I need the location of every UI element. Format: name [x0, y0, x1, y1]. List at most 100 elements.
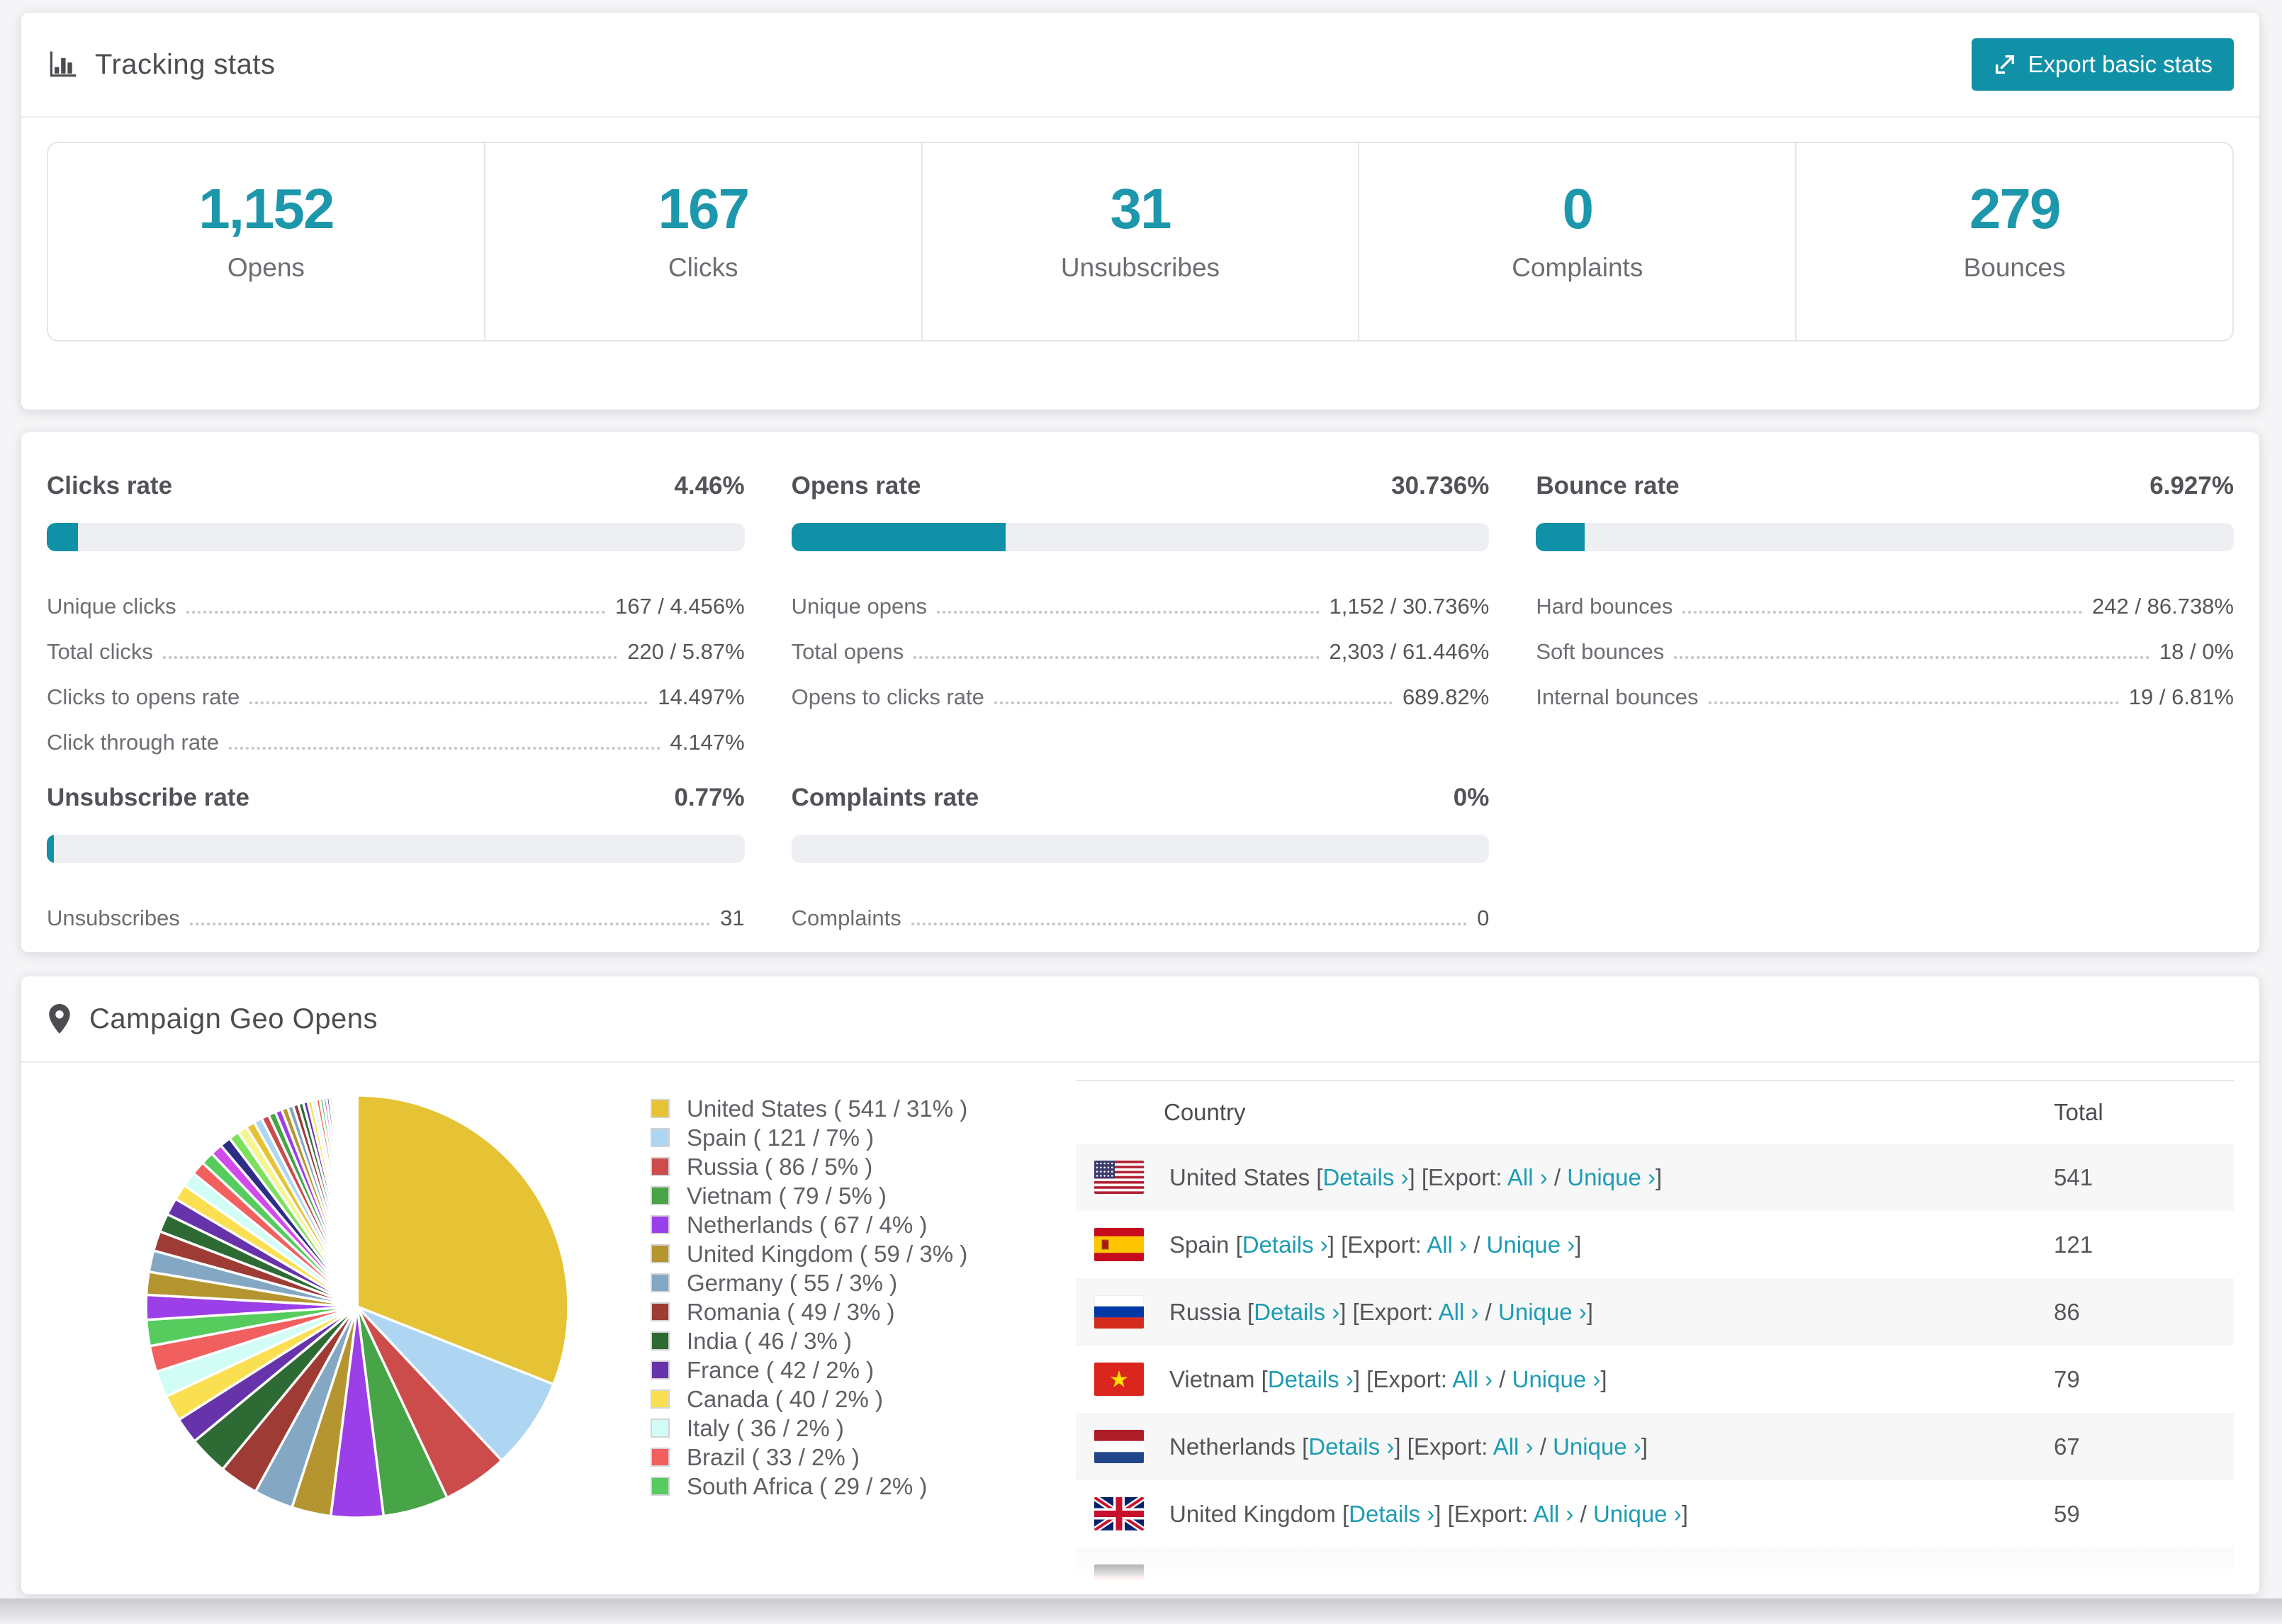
legend-item-romania[interactable]: Romania ( 49 / 3% ) — [651, 1297, 984, 1326]
flag-de-icon — [1094, 1564, 1144, 1594]
rate-block-bounce-rate: Bounce rate 6.927% Hard bounces 242 / 86.73… — [1536, 472, 2234, 765]
dotted-leader — [914, 656, 1320, 659]
rates-grid: Clicks rate 4.46% Unique clicks 167 / 4.456… — [21, 432, 2259, 941]
export-unique-link[interactable]: Unique › — [1567, 1164, 1656, 1190]
legend-item-united-states[interactable]: United States ( 541 / 31% ) — [651, 1094, 984, 1123]
legend-item-brazil[interactable]: Brazil ( 33 / 2% ) — [651, 1443, 984, 1472]
rate-value: 4.46% — [674, 472, 745, 500]
progress-bar-fill — [47, 835, 54, 863]
rate-row-total-clicks: Total clicks 220 / 5.87% — [47, 629, 745, 675]
stat-cell-bounces: 279 Bounces — [1795, 143, 2232, 340]
legend-label: United Kingdom ( 59 / 3% ) — [687, 1240, 968, 1267]
rate-row-value: 31 — [720, 906, 745, 930]
legend-swatch — [651, 1360, 670, 1380]
rate-row-label: Total clicks — [47, 639, 153, 664]
column-header-total: Total — [2054, 1099, 2103, 1125]
bar-chart-icon — [47, 49, 78, 80]
geo-content: United States ( 541 / 31% ) Spain ( 121 /… — [21, 1063, 2259, 1594]
page-title: Tracking stats — [95, 48, 276, 80]
country-name: Vietnam — [1169, 1365, 1261, 1392]
stat-label: Complaints — [1512, 253, 1643, 282]
page-bottom-band — [0, 1598, 2282, 1624]
total-cell: 86 — [2054, 1298, 2080, 1325]
legend-swatch — [651, 1215, 670, 1234]
legend-item-vietnam[interactable]: Vietnam ( 79 / 5% ) — [651, 1181, 984, 1210]
export-unique-link[interactable]: Unique › — [1553, 1433, 1641, 1460]
details-link[interactable]: Details › — [1308, 1433, 1394, 1460]
export-all-link[interactable]: All › — [1493, 1433, 1534, 1460]
legend-label: Spain ( 121 / 7% ) — [687, 1124, 875, 1151]
rate-row-click-through-rate: Click through rate 4.147% — [47, 720, 745, 765]
table-row-spain: Spain [Details ›] [Export: All › / Uniqu… — [1076, 1211, 2234, 1278]
legend-item-germany[interactable]: Germany ( 55 / 3% ) — [651, 1268, 984, 1297]
table-row-vietnam: Vietnam [Details ›] [Export: All › / Uni… — [1076, 1346, 2234, 1413]
legend-item-italy[interactable]: Italy ( 36 / 2% ) — [651, 1414, 984, 1443]
legend-item-united-kingdom[interactable]: United Kingdom ( 59 / 3% ) — [651, 1239, 984, 1268]
export-unique-link[interactable]: Unique › — [1498, 1299, 1587, 1325]
details-link[interactable]: Details › — [1322, 1164, 1408, 1190]
legend-item-russia[interactable]: Russia ( 86 / 5% ) — [651, 1152, 984, 1181]
progress-bar-fill — [1536, 523, 1585, 551]
rate-row-label: Hard bounces — [1536, 594, 1673, 619]
export-all-link[interactable]: All › — [1534, 1501, 1574, 1527]
export-all-link[interactable]: All › — [1507, 1164, 1548, 1190]
rates-card: Clicks rate 4.46% Unique clicks 167 / 4.456… — [21, 432, 2259, 952]
rate-row-label: Soft bounces — [1536, 639, 1665, 664]
total-cell: 79 — [2054, 1365, 2080, 1392]
legend-swatch — [651, 1477, 670, 1496]
legend-swatch — [651, 1157, 670, 1176]
rate-row-label: Opens to clicks rate — [791, 684, 984, 709]
table-row-russia: Russia [Details ›] [Export: All › / Uniq… — [1076, 1278, 2234, 1346]
legend-item-netherlands[interactable]: Netherlands ( 67 / 4% ) — [651, 1210, 984, 1239]
flag-vn-icon — [1094, 1363, 1144, 1396]
pie-slice-other-45[interactable] — [354, 1094, 359, 1308]
stat-cell-complaints: 0 Complaints — [1358, 143, 1795, 340]
rate-row-label: Internal bounces — [1536, 684, 1699, 709]
stat-value: 31 — [1110, 177, 1172, 240]
geo-table: Country Total United States [Details ›] … — [1076, 1080, 2234, 1594]
details-link[interactable]: Details › — [1254, 1299, 1339, 1325]
flag-ru-icon — [1094, 1295, 1144, 1329]
stat-cell-clicks: 167 Clicks — [483, 143, 921, 340]
legend-label: Canada ( 40 / 2% ) — [687, 1385, 883, 1412]
country-cell: Vietnam [Details ›] [Export: All › / Uni… — [1169, 1365, 1607, 1392]
legend-swatch — [651, 1099, 670, 1118]
progress-bar-track — [47, 835, 745, 863]
country-name: United States — [1169, 1163, 1317, 1190]
legend-item-spain[interactable]: Spain ( 121 / 7% ) — [651, 1123, 984, 1152]
total-cell: 59 — [2054, 1500, 2080, 1527]
stat-label: Bounces — [1963, 253, 2066, 282]
rate-row-label: Click through rate — [47, 730, 219, 755]
export-unique-link[interactable]: Unique › — [1512, 1366, 1601, 1392]
rate-value: 6.927% — [2149, 472, 2234, 500]
legend-swatch — [651, 1186, 670, 1205]
rate-row-soft-bounces: Soft bounces 18 / 0% — [1536, 629, 2234, 675]
export-unique-link[interactable]: Unique › — [1487, 1231, 1575, 1258]
flag-gb-icon — [1094, 1497, 1144, 1530]
export-button-label: Export basic stats — [2028, 51, 2213, 77]
export-unique-link[interactable]: Unique › — [1593, 1501, 1682, 1527]
export-all-link[interactable]: All › — [1452, 1366, 1493, 1392]
legend-item-canada[interactable]: Canada ( 40 / 2% ) — [651, 1385, 984, 1414]
rate-row-label: Total opens — [791, 639, 904, 664]
rate-row-value: 19 / 6.81% — [2128, 684, 2234, 709]
legend-item-france[interactable]: France ( 42 / 2% ) — [651, 1355, 984, 1385]
legend-item-india[interactable]: India ( 46 / 3% ) — [651, 1326, 984, 1355]
legend-label: South Africa ( 29 / 2% ) — [687, 1472, 928, 1499]
summary-row: 1,152 Opens 167 Clicks 31 Unsubscribes 0 Compla… — [47, 142, 2234, 342]
details-link[interactable]: Details › — [1268, 1366, 1354, 1392]
dotted-leader — [1708, 701, 2119, 704]
stat-cell-unsubscribes: 31 Unsubscribes — [921, 143, 1359, 340]
export-all-link[interactable]: All › — [1427, 1231, 1467, 1258]
details-link[interactable]: Details › — [1349, 1501, 1434, 1527]
export-basic-stats-button[interactable]: Export basic stats — [1971, 38, 2234, 91]
details-link[interactable]: Details › — [1242, 1231, 1328, 1258]
table-row-clipped — [1076, 1547, 2234, 1594]
rate-title: Clicks rate — [47, 472, 173, 500]
rate-head: Opens rate 30.736% — [792, 472, 1490, 500]
rate-row-value: 0 — [1477, 906, 1490, 930]
rate-title: Unsubscribe rate — [47, 784, 249, 811]
geo-table-header: Country Total — [1076, 1081, 2234, 1144]
legend-item-south-africa[interactable]: South Africa ( 29 / 2% ) — [651, 1472, 984, 1501]
export-all-link[interactable]: All › — [1439, 1299, 1479, 1325]
